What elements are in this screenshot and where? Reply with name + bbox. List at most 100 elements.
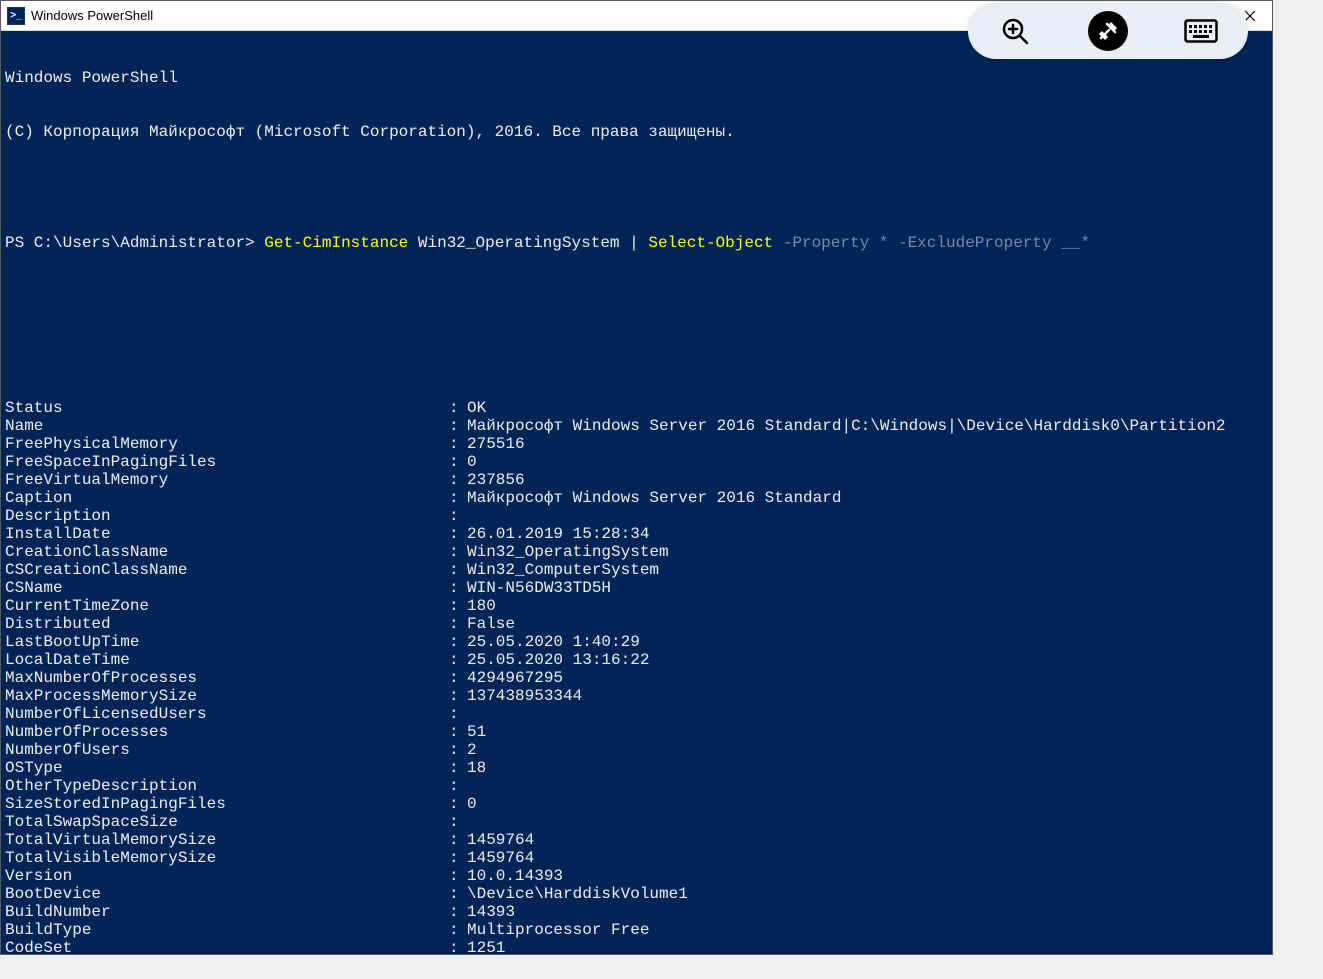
property-value: OK bbox=[467, 399, 486, 417]
output-row: NumberOfLicensedUsers: bbox=[5, 705, 1268, 723]
connection-button[interactable] bbox=[1088, 11, 1128, 51]
keyboard-button[interactable] bbox=[1181, 11, 1221, 51]
property-key: MaxNumberOfProcesses bbox=[5, 669, 449, 687]
property-key: OtherTypeDescription bbox=[5, 777, 449, 795]
property-separator: : bbox=[449, 669, 467, 687]
output-row: Caption:Майкрософт Windows Server 2016 S… bbox=[5, 489, 1268, 507]
output-row: CurrentTimeZone:180 bbox=[5, 597, 1268, 615]
remote-toolbar bbox=[968, 3, 1248, 59]
property-value: WIN-N56DW33TD5H bbox=[467, 579, 611, 597]
property-separator: : bbox=[449, 453, 467, 471]
prompt-prefix: PS C:\Users\Administrator> bbox=[5, 234, 264, 252]
property-key: CSName bbox=[5, 579, 449, 597]
cmd-arg: Win32_OperatingSystem bbox=[408, 234, 629, 252]
output-row: CSCreationClassName:Win32_ComputerSystem bbox=[5, 561, 1268, 579]
property-separator: : bbox=[449, 921, 467, 939]
property-value: 25.05.2020 1:40:29 bbox=[467, 633, 640, 651]
property-separator: : bbox=[449, 849, 467, 867]
output-row: BuildType:Multiprocessor Free bbox=[5, 921, 1268, 939]
property-key: OSType bbox=[5, 759, 449, 777]
property-separator: : bbox=[449, 705, 467, 723]
output-row: Status:OK bbox=[5, 399, 1268, 417]
property-separator: : bbox=[449, 543, 467, 561]
property-separator: : bbox=[449, 579, 467, 597]
property-separator: : bbox=[449, 759, 467, 777]
property-value: 1251 bbox=[467, 939, 505, 954]
cmd-params: -Property * -ExcludeProperty __* bbox=[773, 234, 1090, 252]
property-key: TotalVisibleMemorySize bbox=[5, 849, 449, 867]
output-row: CSName:WIN-N56DW33TD5H bbox=[5, 579, 1268, 597]
property-separator: : bbox=[449, 399, 467, 417]
property-value: Майкрософт Windows Server 2016 Standard bbox=[467, 489, 841, 507]
output-row: BootDevice:\Device\HarddiskVolume1 bbox=[5, 885, 1268, 903]
property-key: FreePhysicalMemory bbox=[5, 435, 449, 453]
output-row: FreePhysicalMemory:275516 bbox=[5, 435, 1268, 453]
property-key: Name bbox=[5, 417, 449, 435]
property-value: 275516 bbox=[467, 435, 525, 453]
property-value: Майкрософт Windows Server 2016 Standard|… bbox=[467, 417, 1226, 435]
property-key: CreationClassName bbox=[5, 543, 449, 561]
property-key: FreeVirtualMemory bbox=[5, 471, 449, 489]
output-row: Description: bbox=[5, 507, 1268, 525]
property-key: LocalDateTime bbox=[5, 651, 449, 669]
blank-line bbox=[5, 345, 1268, 363]
zoom-button[interactable] bbox=[995, 11, 1035, 51]
zoom-in-icon bbox=[1000, 16, 1030, 46]
terminal-body[interactable]: Windows PowerShell (C) Корпорация Майкро… bbox=[1, 31, 1272, 954]
property-key: BuildType bbox=[5, 921, 449, 939]
property-separator: : bbox=[449, 507, 467, 525]
property-value: 0 bbox=[467, 795, 477, 813]
output-row: BuildNumber:14393 bbox=[5, 903, 1268, 921]
property-key: TotalSwapSpaceSize bbox=[5, 813, 449, 831]
property-key: LastBootUpTime bbox=[5, 633, 449, 651]
output-row: Version:10.0.14393 bbox=[5, 867, 1268, 885]
connection-icon bbox=[1097, 20, 1119, 42]
keyboard-icon bbox=[1184, 19, 1218, 43]
property-value: 25.05.2020 13:16:22 bbox=[467, 651, 649, 669]
output-row: LastBootUpTime:25.05.2020 1:40:29 bbox=[5, 633, 1268, 651]
blank-line bbox=[5, 177, 1268, 195]
property-value: 0 bbox=[467, 453, 477, 471]
property-separator: : bbox=[449, 615, 467, 633]
property-key: SizeStoredInPagingFiles bbox=[5, 795, 449, 813]
property-value: 1459764 bbox=[467, 831, 534, 849]
property-key: MaxProcessMemorySize bbox=[5, 687, 449, 705]
property-key: Description bbox=[5, 507, 449, 525]
property-key: TotalVirtualMemorySize bbox=[5, 831, 449, 849]
output-row: CreationClassName:Win32_OperatingSystem bbox=[5, 543, 1268, 561]
output-row: InstallDate:26.01.2019 15:28:34 bbox=[5, 525, 1268, 543]
output-row: NumberOfProcesses:51 bbox=[5, 723, 1268, 741]
property-separator: : bbox=[449, 795, 467, 813]
property-value: 14393 bbox=[467, 903, 515, 921]
property-value: 2 bbox=[467, 741, 477, 759]
output-row: FreeSpaceInPagingFiles:0 bbox=[5, 453, 1268, 471]
property-key: FreeSpaceInPagingFiles bbox=[5, 453, 449, 471]
cmdlet: Select-Object bbox=[639, 234, 773, 252]
powershell-icon: >_ bbox=[7, 7, 25, 25]
property-value: \Device\HarddiskVolume1 bbox=[467, 885, 688, 903]
property-value: 137438953344 bbox=[467, 687, 582, 705]
property-key: NumberOfUsers bbox=[5, 741, 449, 759]
property-separator: : bbox=[449, 777, 467, 795]
property-value: False bbox=[467, 615, 515, 633]
property-value: 51 bbox=[467, 723, 486, 741]
output-properties: Status:OKName:Майкрософт Windows Server … bbox=[5, 399, 1268, 954]
property-key: BuildNumber bbox=[5, 903, 449, 921]
property-separator: : bbox=[449, 867, 467, 885]
output-row: MaxProcessMemorySize:137438953344 bbox=[5, 687, 1268, 705]
property-separator: : bbox=[449, 723, 467, 741]
pipe: | bbox=[629, 234, 639, 252]
output-row: Name:Майкрософт Windows Server 2016 Stan… bbox=[5, 417, 1268, 435]
property-separator: : bbox=[449, 831, 467, 849]
property-key: BootDevice bbox=[5, 885, 449, 903]
property-value: 1459764 bbox=[467, 849, 534, 867]
output-row: CodeSet:1251 bbox=[5, 939, 1268, 954]
property-key: CurrentTimeZone bbox=[5, 597, 449, 615]
output-row: LocalDateTime:25.05.2020 13:16:22 bbox=[5, 651, 1268, 669]
property-key: NumberOfLicensedUsers bbox=[5, 705, 449, 723]
property-separator: : bbox=[449, 741, 467, 759]
property-value: Multiprocessor Free bbox=[467, 921, 649, 939]
property-key: CodeSet bbox=[5, 939, 449, 954]
property-key: Status bbox=[5, 399, 449, 417]
property-key: InstallDate bbox=[5, 525, 449, 543]
